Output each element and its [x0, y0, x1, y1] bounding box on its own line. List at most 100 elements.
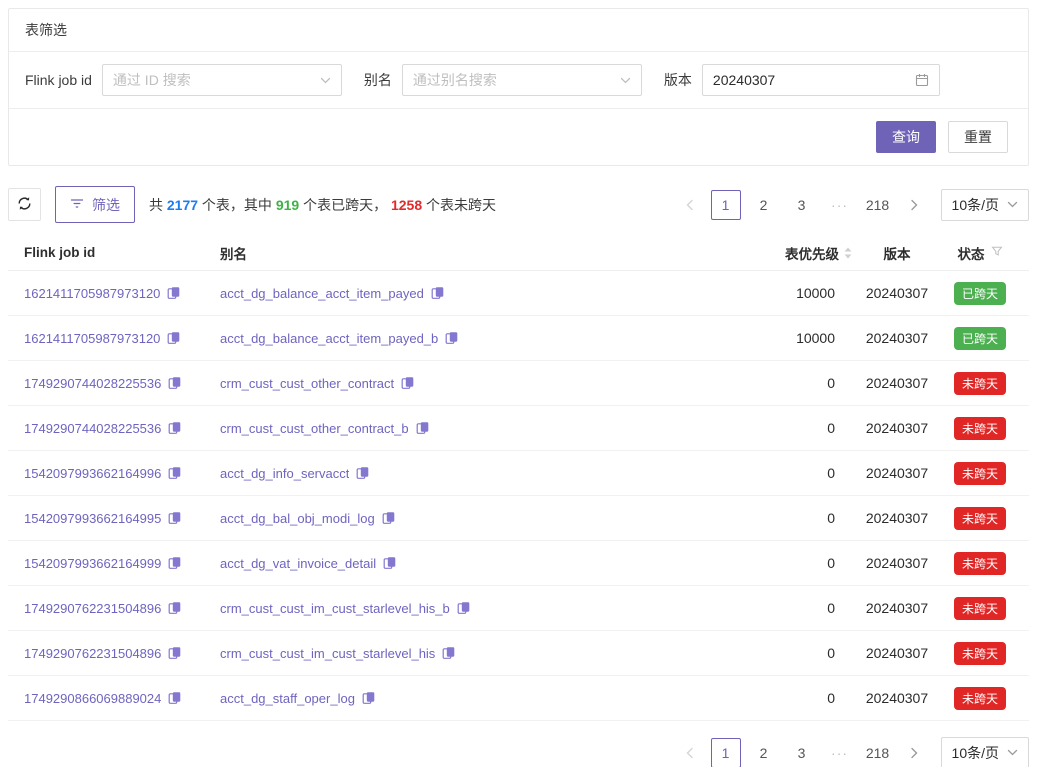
- flink-job-id-link[interactable]: 1749290744028225536: [24, 376, 161, 391]
- alias-link[interactable]: crm_cust_cust_other_contract_b: [220, 421, 409, 436]
- summary-uncrossed: 1258: [391, 197, 422, 213]
- reset-button[interactable]: 重置: [948, 121, 1008, 153]
- table-row: 1542097993662164995 acct_dg_bal_obj_modi…: [8, 496, 1029, 541]
- alias-link[interactable]: crm_cust_cust_other_contract: [220, 376, 394, 391]
- copy-icon[interactable]: [168, 421, 182, 435]
- prev-page-button[interactable]: [677, 190, 703, 220]
- flink-job-id-placeholder: 通过 ID 搜索: [113, 70, 314, 90]
- copy-icon[interactable]: [168, 601, 182, 615]
- alias-link[interactable]: acct_dg_vat_invoice_detail: [220, 556, 376, 571]
- copy-icon[interactable]: [383, 556, 397, 570]
- chevron-down-icon: [620, 75, 631, 86]
- copy-icon[interactable]: [401, 376, 415, 390]
- filter-actions: 查询 重置: [9, 109, 1028, 165]
- flink-job-id-link[interactable]: 1621411705987973120: [24, 331, 160, 346]
- column-header-status[interactable]: 状态: [939, 243, 1029, 263]
- alias-link[interactable]: acct_dg_bal_obj_modi_log: [220, 511, 375, 526]
- page-ellipsis: ···: [825, 190, 855, 220]
- copy-icon[interactable]: [362, 691, 376, 705]
- prev-page-button[interactable]: [677, 738, 703, 767]
- copy-icon[interactable]: [356, 466, 370, 480]
- next-page-button[interactable]: [901, 190, 927, 220]
- table: Flink job id 别名 表优先级 版本 状态 1621411705987…: [8, 235, 1029, 721]
- alias-link[interactable]: crm_cust_cust_im_cust_starlevel_his: [220, 646, 435, 661]
- refresh-button[interactable]: [8, 188, 41, 221]
- filter-fields: Flink job id 通过 ID 搜索 别名 通过别名搜索: [9, 52, 1028, 109]
- table-row: 1542097993662164996 acct_dg_info_servacc…: [8, 451, 1029, 496]
- flink-job-id-link[interactable]: 1542097993662164999: [24, 556, 161, 571]
- alias-link[interactable]: acct_dg_balance_acct_item_payed_b: [220, 331, 438, 346]
- filter-toggle-button[interactable]: 筛选: [55, 186, 135, 223]
- alias-label: 别名: [364, 70, 392, 90]
- copy-icon[interactable]: [457, 601, 471, 615]
- copy-icon[interactable]: [445, 331, 459, 345]
- alias-link[interactable]: acct_dg_staff_oper_log: [220, 691, 355, 706]
- copy-icon[interactable]: [168, 376, 182, 390]
- flink-job-id-select[interactable]: 通过 ID 搜索: [102, 64, 342, 96]
- page-button-3[interactable]: 3: [787, 190, 817, 220]
- flink-job-id-link[interactable]: 1542097993662164995: [24, 511, 161, 526]
- copy-icon[interactable]: [168, 466, 182, 480]
- priority-cell: 0: [737, 420, 855, 436]
- alias-link[interactable]: acct_dg_info_servacct: [220, 466, 349, 481]
- page-button-1[interactable]: 1: [711, 738, 741, 767]
- copy-icon[interactable]: [167, 331, 181, 345]
- field-alias: 别名 通过别名搜索: [364, 64, 642, 96]
- version-date-value: 20240307: [713, 72, 909, 88]
- alias-link[interactable]: crm_cust_cust_im_cust_starlevel_his_b: [220, 601, 450, 616]
- refresh-icon: [17, 196, 32, 214]
- copy-icon[interactable]: [168, 646, 182, 660]
- page-button-2[interactable]: 2: [749, 190, 779, 220]
- page-size-value: 10条/页: [952, 743, 999, 763]
- copy-icon[interactable]: [167, 286, 181, 300]
- copy-icon[interactable]: [168, 556, 182, 570]
- page-button-1[interactable]: 1: [711, 190, 741, 220]
- alias-link[interactable]: acct_dg_balance_acct_item_payed: [220, 286, 424, 301]
- status-badge: 未跨天: [954, 687, 1006, 710]
- page-button-218[interactable]: 218: [863, 738, 893, 767]
- version-cell: 20240307: [855, 645, 939, 661]
- filter-icon: [70, 197, 84, 213]
- version-label: 版本: [664, 70, 692, 90]
- flink-job-id-link[interactable]: 1749290762231504896: [24, 601, 161, 616]
- copy-icon[interactable]: [416, 421, 430, 435]
- copy-icon[interactable]: [382, 511, 396, 525]
- page-button-3[interactable]: 3: [787, 738, 817, 767]
- column-header-priority[interactable]: 表优先级: [737, 243, 855, 263]
- funnel-filter-icon[interactable]: [991, 245, 1003, 260]
- version-cell: 20240307: [855, 555, 939, 571]
- query-button[interactable]: 查询: [876, 121, 936, 153]
- priority-cell: 0: [737, 510, 855, 526]
- flink-job-id-link[interactable]: 1542097993662164996: [24, 466, 161, 481]
- filter-card-title: 表筛选: [9, 9, 1028, 52]
- table-row: 1542097993662164999 acct_dg_vat_invoice_…: [8, 541, 1029, 586]
- copy-icon[interactable]: [442, 646, 456, 660]
- copy-icon[interactable]: [168, 511, 182, 525]
- flink-job-id-link[interactable]: 1749290866069889024: [24, 691, 161, 706]
- sort-icon[interactable]: [843, 247, 853, 259]
- page-size-select[interactable]: 10条/页: [941, 737, 1029, 767]
- table-header-row: Flink job id 别名 表优先级 版本 状态: [8, 235, 1029, 271]
- copy-icon[interactable]: [168, 691, 182, 705]
- status-badge: 未跨天: [954, 462, 1006, 485]
- page-button-218[interactable]: 218: [863, 190, 893, 220]
- alias-select[interactable]: 通过别名搜索: [402, 64, 642, 96]
- column-header-flink-job-id[interactable]: Flink job id: [8, 245, 204, 260]
- summary-suffix: 个表未跨天: [422, 197, 496, 213]
- next-page-button[interactable]: [901, 738, 927, 767]
- flink-job-id-link[interactable]: 1621411705987973120: [24, 286, 160, 301]
- column-header-alias[interactable]: 别名: [204, 243, 737, 263]
- copy-icon[interactable]: [431, 286, 445, 300]
- pagination-bottom: 123···218: [677, 738, 927, 767]
- flink-job-id-link[interactable]: 1749290762231504896: [24, 646, 161, 661]
- version-date-input[interactable]: 20240307: [702, 64, 940, 96]
- flink-job-id-link[interactable]: 1749290744028225536: [24, 421, 161, 436]
- version-cell: 20240307: [855, 330, 939, 346]
- page: 表筛选 Flink job id 通过 ID 搜索 别名 通过别名搜索: [0, 0, 1037, 767]
- table-row: 1749290744028225536 crm_cust_cust_other_…: [8, 361, 1029, 406]
- column-header-version[interactable]: 版本: [855, 243, 939, 263]
- page-button-2[interactable]: 2: [749, 738, 779, 767]
- page-size-select[interactable]: 10条/页: [941, 189, 1029, 221]
- toolbar: 筛选 共 2177 个表，其中 919 个表已跨天， 1258 个表未跨天 12…: [8, 186, 1029, 223]
- table-row: 1621411705987973120 acct_dg_balance_acct…: [8, 316, 1029, 361]
